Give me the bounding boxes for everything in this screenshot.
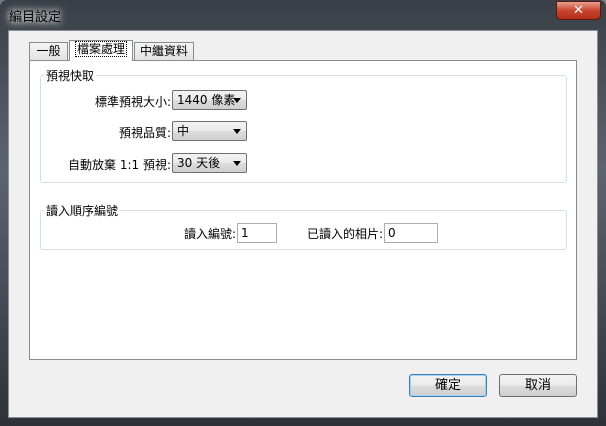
- preview-quality-select[interactable]: 中: [172, 121, 247, 141]
- chevron-down-icon: [233, 98, 241, 103]
- tab-file-handling[interactable]: 檔案處理: [69, 40, 133, 61]
- tab-file-handling-label: 檔案處理: [74, 41, 128, 57]
- standard-preview-size-select[interactable]: 1440 像素: [172, 90, 247, 110]
- discard-previews-value: 30 天後: [177, 156, 221, 170]
- discard-previews-select[interactable]: 30 天後: [172, 153, 247, 173]
- preview-cache-title: 預視快取: [44, 67, 97, 84]
- discard-previews-label: 自動放棄 1:1 預視:: [68, 158, 171, 172]
- photos-imported-label: 已讀入的相片:: [306, 227, 383, 241]
- import-number-label: 讀入編號:: [183, 227, 236, 241]
- dialog-client-area: 一般 檔案處理 中繼資料 預視快取 標準預視大小: 1440 像素 預視品質: …: [8, 30, 598, 418]
- chevron-down-icon: [233, 161, 241, 166]
- import-number-field[interactable]: 1: [237, 223, 277, 243]
- ok-button[interactable]: 確定: [409, 374, 487, 397]
- close-button[interactable]: ✕: [556, 1, 601, 20]
- photos-imported-field[interactable]: 0: [384, 223, 438, 243]
- tab-general-label: 一般: [36, 44, 61, 58]
- tab-metadata-label: 中繼資料: [139, 44, 188, 58]
- chevron-down-icon: [233, 129, 241, 134]
- preview-quality-value: 中: [177, 124, 190, 138]
- tab-metadata[interactable]: 中繼資料: [134, 42, 194, 60]
- preview-quality-label: 預視品質:: [118, 126, 171, 140]
- tab-general[interactable]: 一般: [29, 42, 68, 60]
- tab-panel-file-handling: 預視快取 標準預視大小: 1440 像素 預視品質: 中 自動放棄 1:1 預視…: [29, 60, 577, 360]
- cancel-button[interactable]: 取消: [499, 374, 577, 397]
- catalog-settings-window: 編目設定 ✕ 一般 檔案處理 中繼資料 預視快取 標準預視大小: 1440 像素…: [0, 0, 606, 426]
- window-title: 編目設定: [9, 10, 62, 25]
- title-bar[interactable]: 編目設定 ✕: [0, 0, 606, 29]
- standard-preview-size-label: 標準預視大小:: [94, 95, 171, 109]
- import-sequence-title: 讀入順序編號: [44, 202, 121, 219]
- standard-preview-size-value: 1440 像素: [177, 93, 236, 107]
